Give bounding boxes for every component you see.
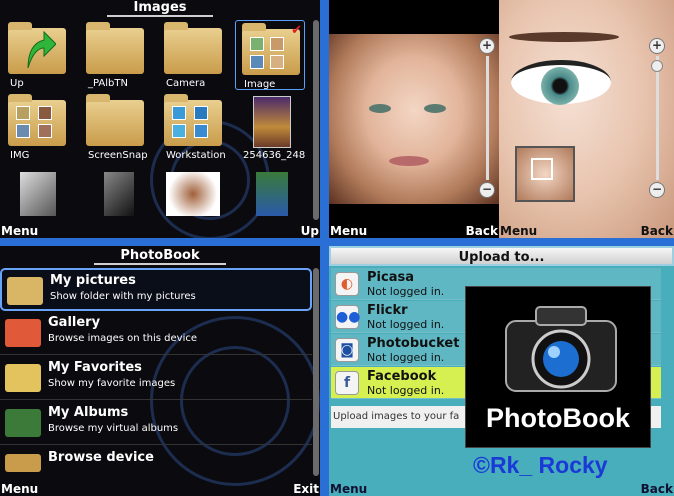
menu-softkey[interactable]: Menu: [330, 482, 367, 496]
photobook-logo-overlay: PhotoBook: [465, 286, 651, 448]
back-softkey[interactable]: Back: [641, 224, 673, 238]
menu-softkey[interactable]: Menu: [1, 224, 38, 238]
thumbnail: [172, 124, 186, 138]
up-arrow-icon: [27, 30, 56, 69]
menu-softkey[interactable]: Menu: [1, 482, 38, 496]
zoom-in-button[interactable]: +: [649, 38, 665, 54]
thumbnail: [38, 106, 52, 120]
scrollbar[interactable]: [313, 268, 319, 476]
image-thumbnail[interactable]: [166, 172, 220, 216]
tile-folder[interactable]: _PAlbTN: [80, 20, 150, 90]
zoom-slider[interactable]: [656, 56, 659, 180]
softkeys: Menu Exit: [0, 480, 320, 496]
menu-item-browse-device[interactable]: Browse device: [0, 447, 312, 473]
softkeys: Menu Back: [329, 480, 674, 496]
eye: [424, 104, 446, 113]
tile-folder[interactable]: Camera: [158, 20, 228, 90]
image-thumbnail[interactable]: [256, 172, 288, 216]
checkmark-icon: ✔: [291, 23, 302, 38]
folder-icon: [7, 277, 43, 305]
viewport-box[interactable]: [531, 158, 553, 180]
thumbnail: [270, 55, 284, 69]
thumbnail: [194, 106, 208, 120]
thumbnail: [16, 106, 30, 120]
menu-item-my-albums[interactable]: My Albums Browse my virtual albums: [0, 402, 312, 445]
flickr-icon: ●●: [335, 305, 360, 329]
thumbnail: [172, 106, 186, 120]
softkeys: Menu Back: [499, 222, 674, 238]
image-thumbnail[interactable]: [104, 172, 134, 216]
zoom-out-button[interactable]: −: [649, 182, 665, 198]
tile-up[interactable]: Up: [2, 20, 72, 90]
folder-icon: [164, 22, 222, 74]
tile-folder-selected[interactable]: ✔ Image: [235, 20, 305, 90]
photobook-title: PhotoBook: [0, 248, 320, 265]
upload-panel: Upload to... ◐ Picasa Not logged in. ●● …: [329, 246, 674, 496]
books-icon: [5, 409, 41, 437]
up-softkey[interactable]: Up: [301, 224, 319, 238]
watermark: ©Rk_ Rocky: [473, 452, 608, 478]
tile-folder[interactable]: Workstation: [158, 92, 228, 162]
eyebrow: [509, 32, 619, 42]
softkeys: Menu Up: [0, 222, 320, 238]
movie-poster-image: [253, 96, 291, 148]
back-softkey[interactable]: Back: [466, 224, 498, 238]
thumbnail: [38, 124, 52, 138]
thumbnail: [250, 37, 264, 51]
folder-icon: [86, 94, 144, 146]
photobook-menu-panel: PhotoBook My pictures Show folder with m…: [0, 246, 320, 496]
facebook-icon: f: [335, 371, 359, 395]
thumbnail: [194, 124, 208, 138]
images-title: Images: [0, 0, 320, 17]
iris: [541, 67, 579, 105]
thumbnail: [250, 55, 264, 69]
image-thumbnail[interactable]: [20, 172, 56, 216]
star-folder-icon: [5, 364, 41, 392]
back-softkey[interactable]: Back: [641, 482, 673, 496]
zoom-in-button[interactable]: +: [479, 38, 495, 54]
menu-softkey[interactable]: Menu: [330, 224, 367, 238]
lips: [389, 156, 429, 166]
tile-folder[interactable]: ScreenSnap: [80, 92, 150, 162]
picasa-icon: ◐: [335, 272, 359, 296]
images-panel: Images Up _PAlbTN Camera ✔ Image IMG Scr…: [0, 0, 320, 238]
camera-icon: [505, 306, 617, 392]
zoom-out-button[interactable]: −: [479, 182, 495, 198]
thumbnail: [270, 37, 284, 51]
upload-title: Upload to...: [329, 246, 674, 266]
tile-folder[interactable]: IMG: [2, 92, 72, 162]
zoom-slider-knob[interactable]: [651, 60, 663, 72]
photobucket-icon: ◙: [335, 338, 359, 362]
zoom-slider[interactable]: [486, 56, 489, 180]
navigator-thumbnail[interactable]: [515, 146, 575, 202]
tile-image[interactable]: 254636_248: [235, 92, 305, 162]
menu-item-my-favorites[interactable]: My Favorites Show my favorite images: [0, 357, 312, 400]
face-photo: [329, 34, 499, 204]
folder-icon: [86, 22, 144, 74]
menu-item-my-pictures[interactable]: My pictures Show folder with my pictures: [0, 268, 312, 311]
image-viewer-panel: + − Menu Back + − Menu Back: [329, 0, 674, 238]
eye: [369, 104, 391, 113]
zoomed-face-photo: [499, 0, 674, 238]
eye: [511, 60, 611, 105]
folder-icon: [5, 454, 41, 472]
thumbnail: [16, 124, 30, 138]
scrollbar[interactable]: [313, 20, 319, 220]
menu-item-gallery[interactable]: Gallery Browse images on this device: [0, 312, 312, 355]
exit-softkey[interactable]: Exit: [293, 482, 319, 496]
gallery-icon: [5, 319, 41, 347]
logo-text: PhotoBook: [486, 403, 630, 433]
menu-softkey[interactable]: Menu: [500, 224, 537, 238]
softkeys: Menu Back: [329, 222, 499, 238]
